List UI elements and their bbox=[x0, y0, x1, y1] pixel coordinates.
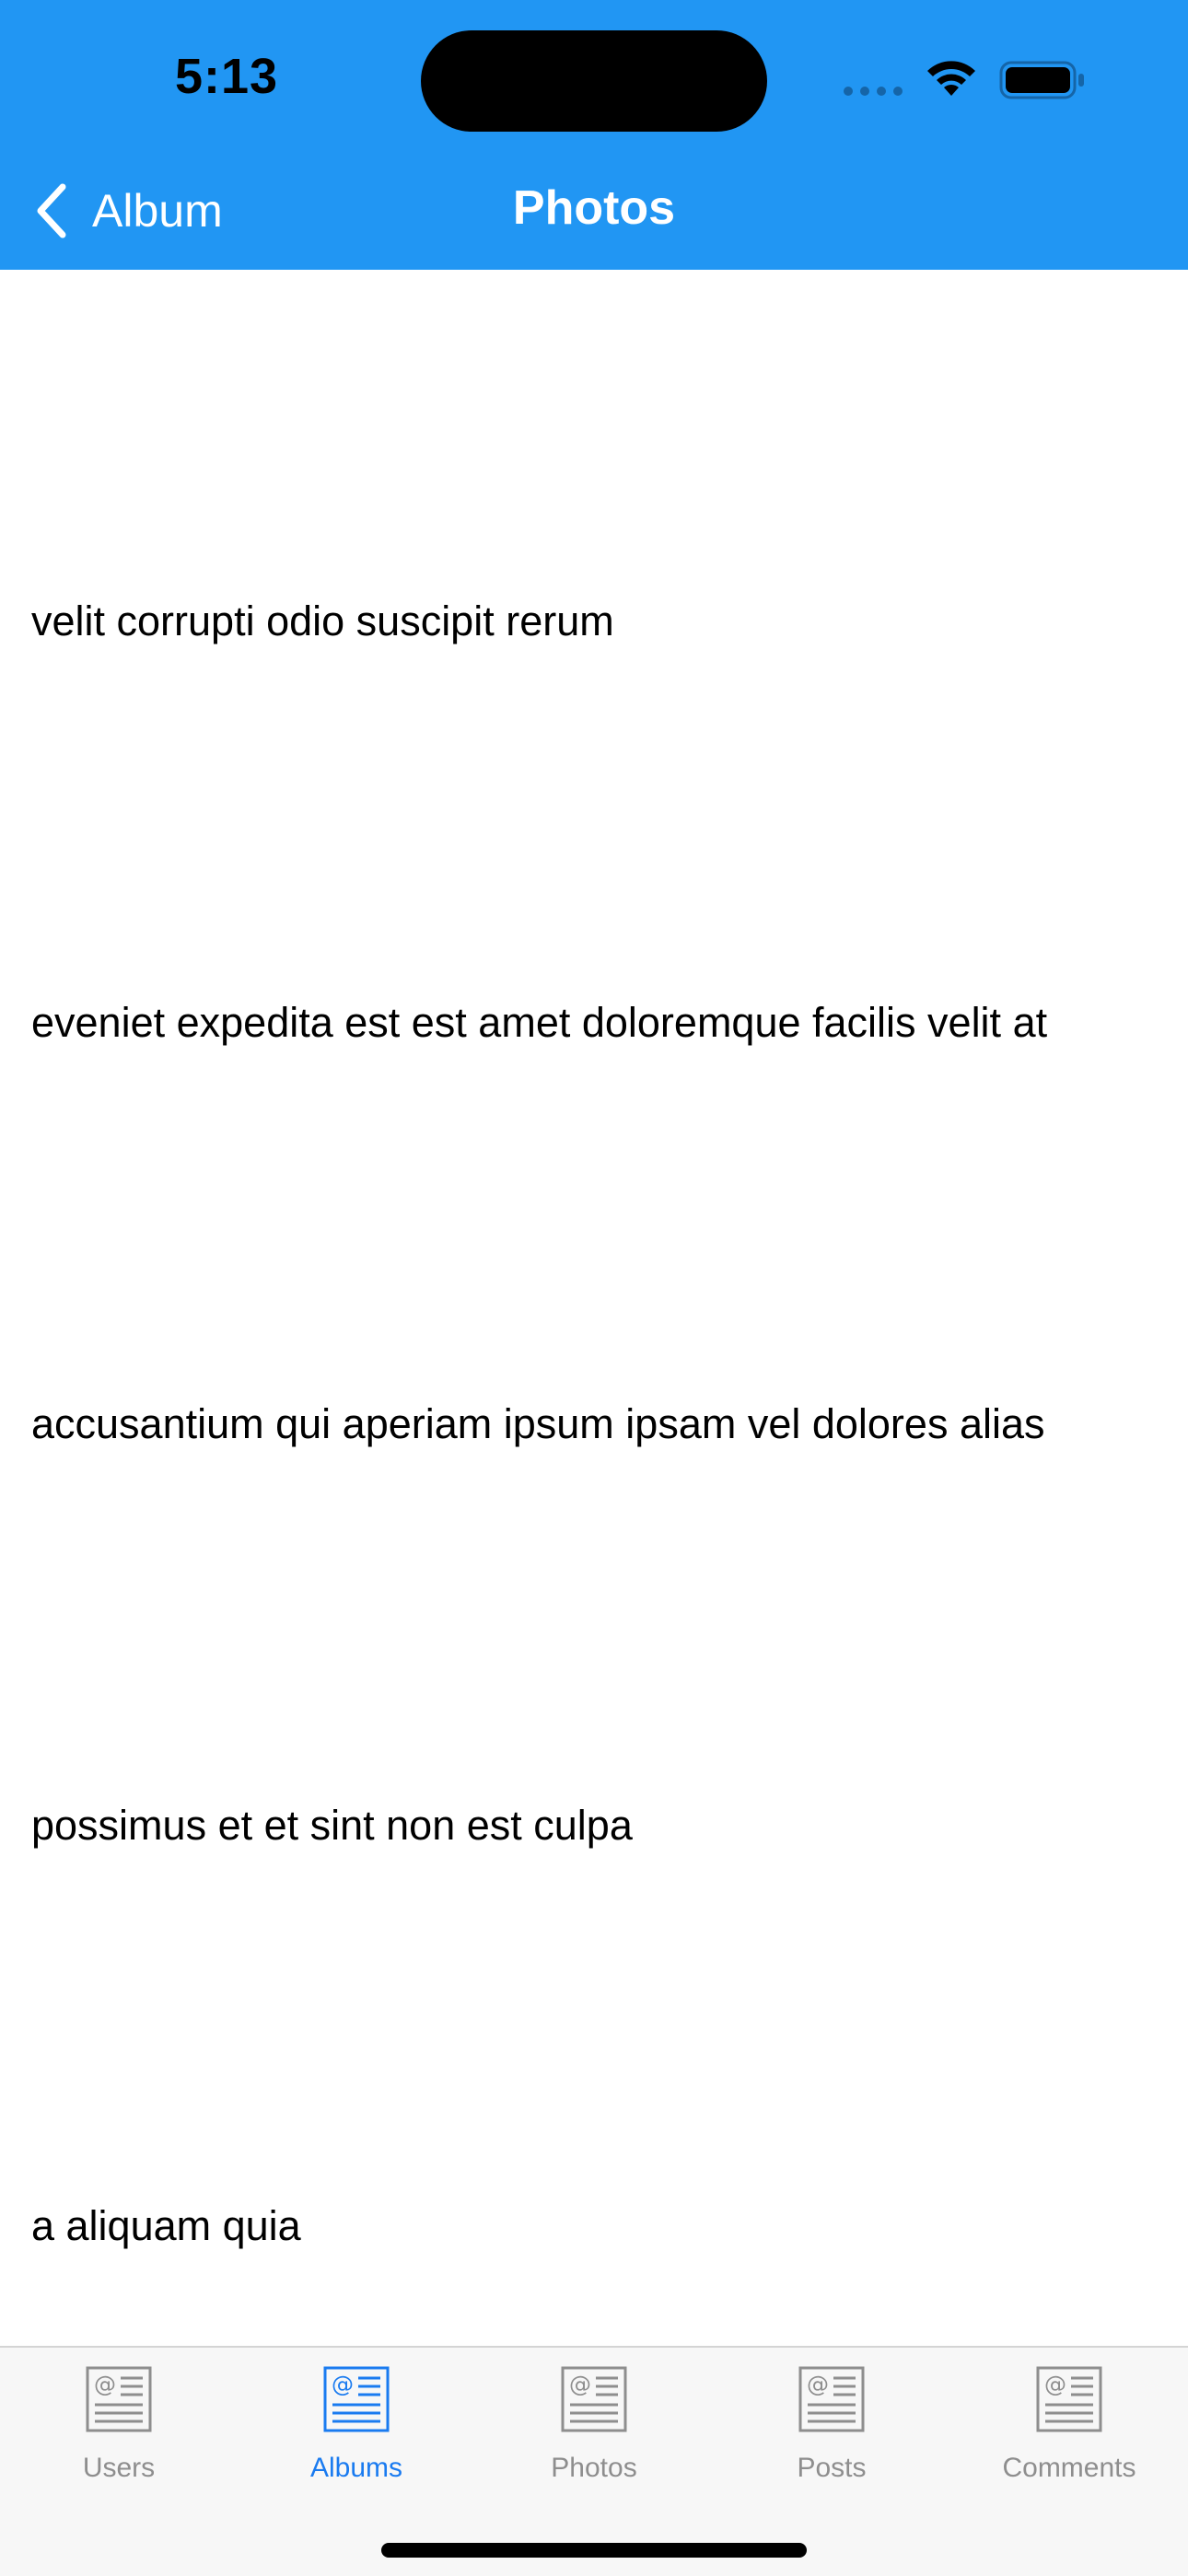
battery-icon bbox=[999, 61, 1084, 99]
list-item[interactable]: possimus et et sint non est culpa bbox=[31, 1798, 1164, 1853]
svg-text:@: @ bbox=[807, 2372, 829, 2397]
photo-title: possimus et et sint non est culpa bbox=[31, 1802, 633, 1849]
photo-title: a aliquam quia bbox=[31, 2202, 301, 2249]
home-indicator[interactable] bbox=[381, 2543, 807, 2558]
svg-text:@: @ bbox=[332, 2372, 354, 2397]
photo-title: velit corrupti odio suscipit rerum bbox=[31, 598, 614, 644]
tab-label: Comments bbox=[1002, 2453, 1136, 2483]
tab-albums[interactable]: @ Albums bbox=[238, 2366, 475, 2495]
contact-card-icon: @ bbox=[323, 2366, 390, 2432]
cellular-signal-icon bbox=[844, 87, 903, 96]
contact-card-icon: @ bbox=[798, 2366, 865, 2432]
svg-text:@: @ bbox=[569, 2372, 591, 2397]
tab-label: Users bbox=[82, 2453, 156, 2483]
list-item[interactable]: accusantium qui aperiam ipsum ipsam vel … bbox=[31, 1397, 1164, 1452]
wifi-icon bbox=[927, 61, 975, 96]
tab-comments[interactable]: @ Comments bbox=[950, 2366, 1188, 2495]
page-title: Photos bbox=[512, 181, 676, 235]
dynamic-island bbox=[421, 30, 767, 132]
list-item[interactable]: eveniet expedita est est amet doloremque… bbox=[31, 995, 1164, 1050]
contact-card-icon: @ bbox=[86, 2366, 152, 2432]
status-time: 5:13 bbox=[175, 49, 279, 104]
photo-title: eveniet expedita est est amet doloremque… bbox=[31, 999, 1048, 1046]
contact-card-icon: @ bbox=[1036, 2366, 1102, 2432]
photo-title: accusantium qui aperiam ipsum ipsam vel … bbox=[31, 1400, 1045, 1447]
svg-text:@: @ bbox=[94, 2372, 116, 2397]
tab-label: Albums bbox=[309, 2453, 403, 2483]
list-item[interactable]: velit corrupti odio suscipit rerum bbox=[31, 594, 1164, 649]
tab-label: Posts bbox=[797, 2453, 867, 2483]
tab-label: Photos bbox=[551, 2453, 637, 2483]
contact-card-icon: @ bbox=[561, 2366, 627, 2432]
tab-photos[interactable]: @ Photos bbox=[475, 2366, 713, 2495]
photo-list: velit corrupti odio suscipit rerum eveni… bbox=[0, 270, 1188, 2346]
tab-bar: @ Users @ Albums @ Photos @ Posts @ Comm… bbox=[0, 2346, 1188, 2576]
tab-users[interactable]: @ Users bbox=[0, 2366, 238, 2495]
list-item[interactable]: a aliquam quia bbox=[31, 2199, 1164, 2254]
svg-text:@: @ bbox=[1044, 2372, 1066, 2397]
header: 5:13 Album Photos bbox=[0, 0, 1188, 270]
tab-posts[interactable]: @ Posts bbox=[713, 2366, 950, 2495]
